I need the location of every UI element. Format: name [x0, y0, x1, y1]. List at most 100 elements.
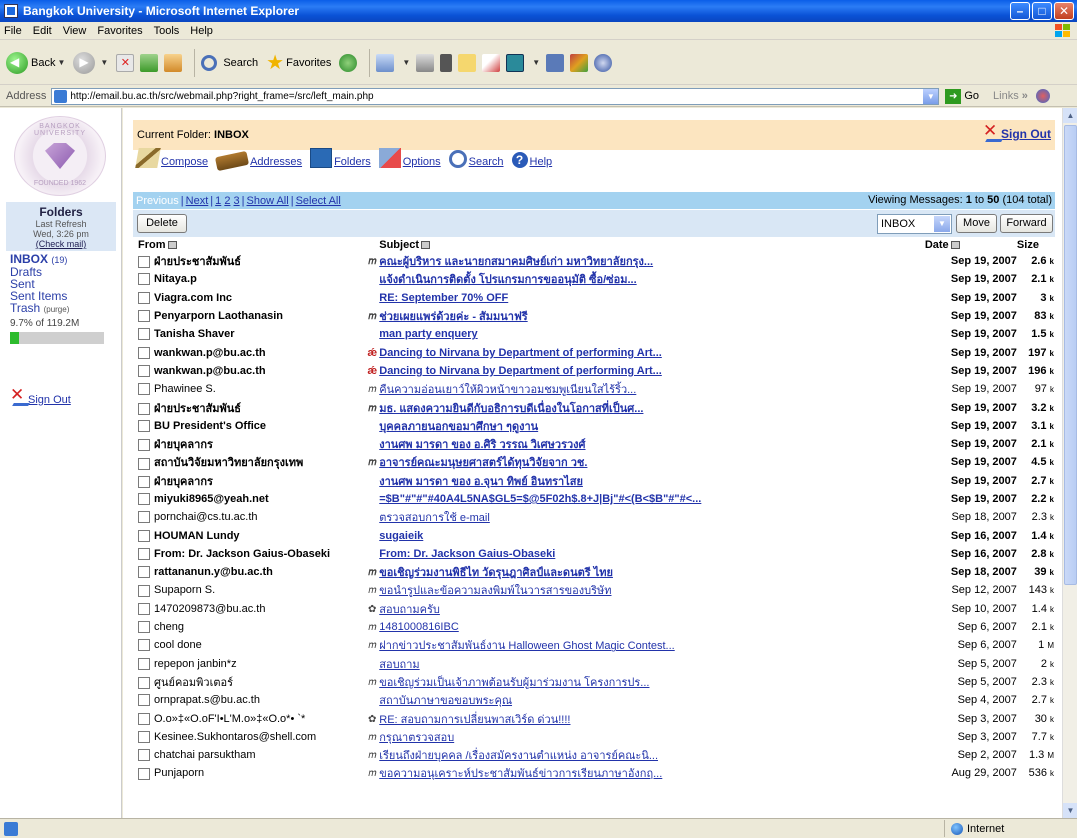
subject-link[interactable]: อาจารย์คณะมนุษยศาสตร์ได้ทุนวิจัยจาก วช. — [379, 457, 587, 469]
table-row[interactable]: ฝ่ายประชาสัมพันธ์ 𝑚 คณะผู้บริหาร และนายกสม… — [133, 252, 1055, 270]
table-row[interactable]: ฝ่ายประชาสัมพันธ์ 𝑚 มธ. แสดงความยินดีกับอธ… — [133, 398, 1055, 416]
select-checkbox[interactable] — [138, 712, 150, 725]
back-button[interactable]: Back▼ — [6, 51, 65, 74]
select-checkbox[interactable] — [138, 677, 150, 690]
table-row[interactable]: Supaporn S. 𝑚 ขอนำรูปและข้อความลงพิมพ์ในวา… — [133, 581, 1055, 599]
help-button[interactable]: ? Help — [511, 152, 552, 168]
table-row[interactable]: Penyarporn Laothanasin 𝑚 ช่วยเผยแพร่ด้วยค่… — [133, 307, 1055, 325]
select-checkbox[interactable] — [138, 493, 150, 506]
select-checkbox[interactable] — [138, 346, 150, 359]
history-icon[interactable] — [339, 53, 358, 72]
addon-icon[interactable] — [570, 53, 589, 72]
select-checkbox[interactable] — [138, 621, 150, 634]
table-row[interactable]: cheng 𝑚 1481000816IBC Sep 6, 2007 2.1 k — [133, 618, 1055, 636]
scroll-thumb[interactable] — [1064, 125, 1077, 585]
subject-link[interactable]: เรียนถึงฝ่ายบุคคล /เรื่องสมัครงานตำแหน่ง… — [379, 750, 658, 762]
subject-link[interactable]: ตรวจสอบการใช้ e-mail — [379, 512, 490, 524]
table-row[interactable]: wankwan.p@bu.ac.th ǽ Dancing to Nirvana by… — [133, 343, 1055, 361]
addresses-button[interactable]: Addresses — [214, 150, 302, 172]
date-header[interactable]: Date — [925, 238, 1017, 252]
header-sign-out-link[interactable]: Sign Out — [1001, 127, 1051, 141]
options-button[interactable]: Options — [378, 148, 441, 168]
select-checkbox[interactable] — [138, 602, 150, 615]
check-mail-link[interactable]: (Check mail) — [36, 239, 87, 249]
subject-link[interactable]: 1481000816IBC — [379, 621, 459, 633]
select-checkbox[interactable] — [138, 749, 150, 762]
subject-link[interactable]: Dancing to Nirvana by Department of perf… — [379, 365, 662, 377]
messenger-icon[interactable] — [482, 53, 501, 72]
purge-link[interactable]: (purge) — [44, 305, 70, 314]
subject-header[interactable]: Subject — [379, 238, 925, 252]
select-checkbox[interactable] — [138, 657, 150, 670]
subject-link[interactable]: ขอความอนุเคราะห์ประชาสัมพันธ์ข่าวการเรีย… — [379, 768, 662, 780]
subject-link[interactable]: แจ้งดำเนินการติดตั้ง โปรแกรมการขออนุมัติ… — [379, 274, 636, 286]
select-checkbox[interactable] — [138, 529, 150, 542]
select-checkbox[interactable] — [138, 328, 150, 341]
subject-link[interactable]: งานศพ มารดา ของ อ.จุนา ทิพย์ อินทราไสย — [379, 476, 583, 488]
search-button[interactable]: Search — [201, 54, 258, 71]
maximize-button[interactable]: □ — [1032, 2, 1052, 20]
menu-tools[interactable]: Tools — [154, 25, 180, 37]
subject-link[interactable]: กรุณาตรวจสอบ — [379, 732, 454, 744]
subject-link[interactable]: man party enquery — [379, 328, 477, 340]
subject-link[interactable]: From: Dr. Jackson Gaius-Obaseki — [379, 548, 555, 560]
subject-link[interactable]: คืนความอ่อนเยาว์ให้ผิวหน้าขาวอมชมพูเนียน… — [379, 384, 636, 396]
forward-button[interactable]: ▼ — [73, 51, 108, 74]
select-checkbox[interactable] — [138, 291, 150, 304]
research-icon[interactable] — [506, 53, 525, 72]
select-checkbox[interactable] — [138, 511, 150, 524]
header-sign-out[interactable]: Sign Out — [983, 121, 1051, 141]
page-1-link[interactable]: 1 — [215, 195, 221, 207]
page-3-link[interactable]: 3 — [234, 195, 240, 207]
subject-link[interactable]: RE: September 70% OFF — [379, 292, 508, 304]
table-row[interactable]: ฝ่ายบุคลากร งานศพ มารดา ของ อ.ศิริ วรรณ ว… — [133, 435, 1055, 453]
select-checkbox[interactable] — [138, 730, 150, 743]
addon-menu-icon[interactable] — [1035, 89, 1050, 103]
select-all-link[interactable]: Select All — [296, 195, 341, 207]
subject-link[interactable]: ขอเชิญร่วมงานพิธีไท วัดรุนฎาศิลป์และดนตร… — [379, 567, 613, 579]
subject-link[interactable]: ฝากข่าวประชาสัมพันธ์งาน Halloween Ghost … — [379, 640, 674, 652]
table-row[interactable]: Tanisha Shaver man party enquery Sep 19, 2… — [133, 325, 1055, 343]
subject-link[interactable]: ช่วยเผยแพร่ด้วยค่ะ - สัมมนาฟรี — [379, 311, 527, 323]
forward-button-mail[interactable]: Forward — [1000, 214, 1053, 233]
table-row[interactable]: From: Dr. Jackson Gaius-Obaseki From: Dr.… — [133, 545, 1055, 563]
close-button[interactable]: ✕ — [1054, 2, 1074, 20]
chevron-down-icon[interactable]: ▼ — [934, 216, 950, 232]
table-row[interactable]: ornprapat.s@bu.ac.th สถาบันภาษาขอขอบพระคุ… — [133, 691, 1055, 709]
menu-file[interactable]: File — [4, 25, 22, 37]
move-folder-select[interactable]: INBOX ▼ — [877, 214, 952, 234]
table-row[interactable]: ศูนย์คอมพิวเตอร์ 𝑚 ขอเชิญร่วมเป็นเจ้าภาพต้… — [133, 673, 1055, 691]
select-checkbox[interactable] — [138, 639, 150, 652]
subject-link[interactable]: งานศพ มารดา ของ อ.ศิริ วรรณ วิเศษวรวงศ์ — [379, 439, 585, 451]
subject-link[interactable]: มธ. แสดงความยินดีกับอธิการบดีเนื่องในโอก… — [379, 403, 643, 415]
search-nav-button[interactable]: Search — [448, 150, 504, 168]
table-row[interactable]: Punjaporn 𝑚 ขอความอนุเคราะห์ประชาสัมพันธ์ข… — [133, 764, 1055, 782]
select-checkbox[interactable] — [138, 694, 150, 707]
table-row[interactable]: Phawinee S. 𝑚 คืนความอ่อนเยาว์ให้ผิวหน้าขา… — [133, 380, 1055, 398]
table-row[interactable]: 1470209873@bu.ac.th ✿ สอบถามครับ Sep 10, 20… — [133, 600, 1055, 618]
table-row[interactable]: wankwan.p@bu.ac.th ǽ Dancing to Nirvana by… — [133, 362, 1055, 380]
tool-icon[interactable] — [546, 53, 565, 72]
table-row[interactable]: chatchai parsuktham 𝑚 เรียนถึงฝ่ายบุคคล /เ… — [133, 746, 1055, 764]
subject-link[interactable]: บุคคลภายนอกขอมาศึกษา ๆดูงาน — [379, 421, 538, 433]
table-row[interactable]: O.o»‡«O.oF'I•L'M.o»‡«O.o*• `* ✿ RE: สอบถาม… — [133, 709, 1055, 727]
select-checkbox[interactable] — [138, 364, 150, 377]
folder-trash[interactable]: Trash (purge) — [10, 302, 116, 316]
table-row[interactable]: ฝ่ายบุคลากร งานศพ มารดา ของ อ.จุนา ทิพย์ … — [133, 472, 1055, 490]
favorites-button[interactable]: ★ Favorites — [266, 50, 331, 75]
from-header[interactable]: From — [133, 238, 365, 252]
home-icon[interactable] — [164, 53, 183, 72]
go-button[interactable]: ➜ Go — [945, 88, 979, 104]
minimize-button[interactable]: – — [1010, 2, 1030, 20]
select-checkbox[interactable] — [138, 566, 150, 579]
table-row[interactable]: Kesinee.Sukhontaros@shell.com 𝑚 กรุณาตรวจส… — [133, 728, 1055, 746]
select-checkbox[interactable] — [138, 256, 150, 269]
compose-button[interactable]: Compose — [135, 148, 208, 168]
address-input[interactable]: http://email.bu.ac.th/src/webmail.php?ri… — [51, 87, 940, 105]
people-icon[interactable] — [594, 53, 613, 72]
delete-button[interactable]: Delete — [137, 214, 187, 233]
subject-link[interactable]: สอบถามครับ — [379, 604, 440, 616]
menu-help[interactable]: Help — [190, 25, 213, 37]
select-checkbox[interactable] — [138, 273, 150, 286]
select-checkbox[interactable] — [138, 419, 150, 432]
